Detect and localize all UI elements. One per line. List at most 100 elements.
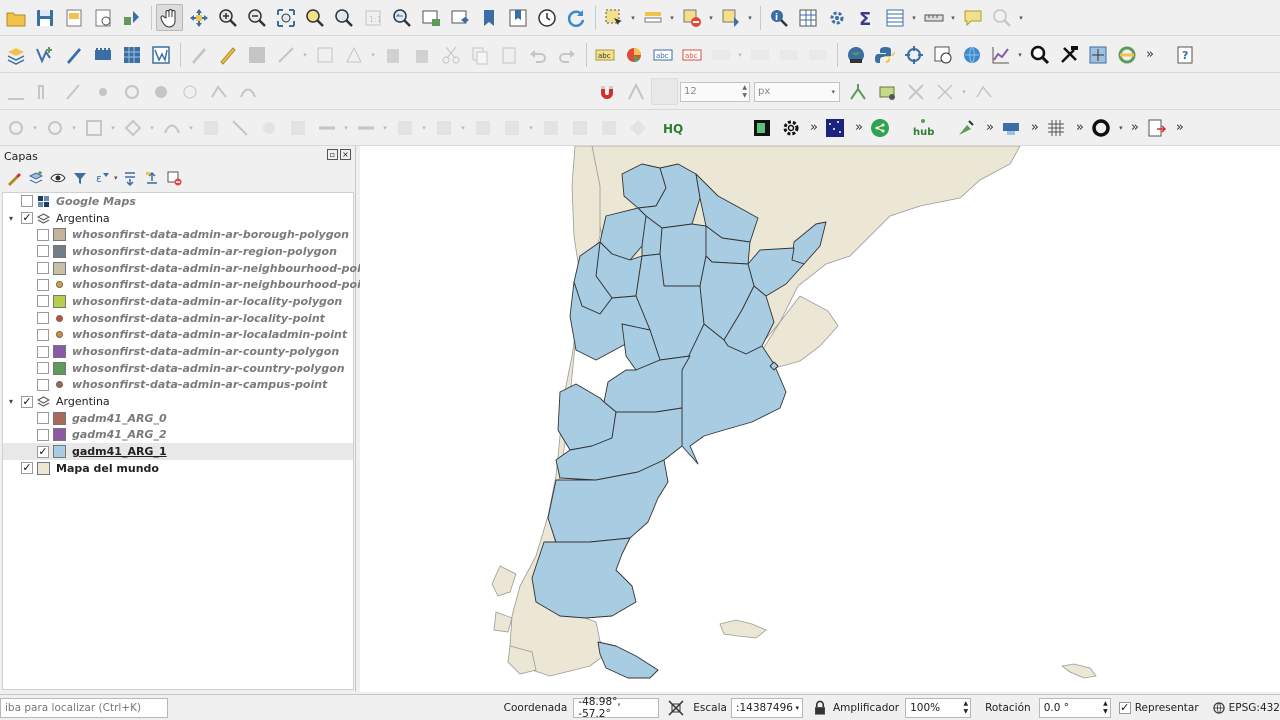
layout-manager-icon[interactable]	[89, 4, 116, 31]
add-vector-layer-icon[interactable]	[31, 41, 58, 68]
paste-features-icon[interactable]	[495, 41, 522, 68]
profile-tool-icon[interactable]	[987, 41, 1014, 68]
coordinate-field[interactable]: -48.98°, -57.2°	[573, 696, 660, 720]
show-bookmarks-icon[interactable]	[504, 4, 531, 31]
layer-visibility-checkbox[interactable]: ✓	[37, 445, 49, 458]
adv-edit-7-icon[interactable]	[352, 114, 379, 141]
tracing-icon[interactable]	[931, 78, 958, 105]
toolbar-overflow-2-icon[interactable]: »	[810, 120, 818, 135]
filter-expression-icon[interactable]: ε	[92, 168, 112, 188]
select-location-icon[interactable]	[717, 4, 744, 31]
expand-toggle-icon[interactable]: ▾	[5, 397, 17, 406]
grid-icon[interactable]	[1043, 114, 1070, 141]
help-icon[interactable]: ?	[1172, 41, 1199, 68]
label-tool-icon[interactable]: abc	[591, 41, 618, 68]
layer-item[interactable]: whosonfirst-data-admin-ar-region-polygon	[3, 243, 353, 260]
toolbar-overflow-6-icon[interactable]: »	[1076, 120, 1084, 135]
zoom-in-icon[interactable]	[214, 4, 241, 31]
layer-item[interactable]: gadm41_ARG_0	[3, 410, 353, 427]
snap-avoid-icon[interactable]	[902, 78, 929, 105]
layer-visibility-checkbox[interactable]	[37, 295, 49, 308]
map-tips-icon[interactable]	[959, 4, 986, 31]
delete-ring-icon[interactable]	[176, 78, 203, 105]
layer-group[interactable]: ▾ ✓ Argentina	[3, 393, 353, 410]
share-icon[interactable]	[867, 114, 894, 141]
star-map-icon[interactable]	[822, 114, 849, 141]
refresh-icon[interactable]	[562, 4, 589, 31]
toolbar-overflow-8-icon[interactable]: »	[1176, 120, 1184, 135]
trash-icon[interactable]	[408, 41, 435, 68]
adv-edit-5-icon[interactable]	[284, 114, 311, 141]
layer-item[interactable]: whosonfirst-data-admin-ar-borough-polygo…	[3, 226, 353, 243]
layer-visibility-checkbox[interactable]	[21, 195, 33, 208]
move-label-icon[interactable]	[746, 41, 773, 68]
layer-visibility-checkbox[interactable]: ✓	[21, 462, 33, 475]
toggle-extents-icon[interactable]	[665, 697, 687, 719]
adv-edit-6-icon[interactable]	[313, 114, 340, 141]
snap-type-icon[interactable]	[651, 78, 678, 105]
open-project-icon[interactable]	[2, 4, 29, 31]
remove-layer-icon[interactable]	[164, 168, 184, 188]
processing-toolbox-icon[interactable]	[823, 4, 850, 31]
new-print-layout-icon[interactable]	[60, 4, 87, 31]
rotate-feature-icon[interactable]	[60, 78, 87, 105]
modify-attributes-icon[interactable]	[340, 41, 367, 68]
pin-labels-icon[interactable]: abc	[678, 41, 705, 68]
layer-item[interactable]: whosonfirst-data-admin-ar-neighbourhood-…	[3, 260, 391, 277]
tool-plugin-icon[interactable]	[953, 114, 980, 141]
undo-icon[interactable]	[524, 41, 551, 68]
sync-plugin-icon[interactable]	[1113, 41, 1140, 68]
province-tierra-del-fuego[interactable]	[597, 641, 659, 679]
self-snapping-icon[interactable]	[970, 78, 997, 105]
layer-item[interactable]: ✓ Mapa del mundo	[3, 460, 353, 477]
float-panel-icon[interactable]: ▫	[327, 149, 338, 160]
adv-edit-1-icon[interactable]	[158, 114, 185, 141]
highlight-labels-icon[interactable]: abc	[649, 41, 676, 68]
offset-curve-icon[interactable]	[234, 78, 261, 105]
simplify-icon[interactable]	[89, 78, 116, 105]
fill-ring-icon[interactable]	[147, 78, 174, 105]
layer-item[interactable]: gadm41_ARG_2	[3, 427, 353, 444]
snap-intersection-icon[interactable]	[873, 78, 900, 105]
rotate-label-icon[interactable]	[775, 41, 802, 68]
adv-edit-3-icon[interactable]	[226, 114, 253, 141]
toolbar-overflow-5-icon[interactable]: »	[1031, 120, 1039, 135]
snap-vertex-icon[interactable]	[622, 78, 649, 105]
select-by-value-icon[interactable]	[639, 4, 666, 31]
layer-item[interactable]: whosonfirst-data-admin-ar-county-polygon	[3, 343, 353, 360]
zoom-last-icon[interactable]	[388, 4, 415, 31]
circle-tool-icon[interactable]	[1088, 114, 1115, 141]
locator-search-input[interactable]: iba para localizar (Ctrl+K)	[0, 697, 168, 718]
scale-combo[interactable]: :14387496 ▾	[730, 697, 803, 718]
redo-icon[interactable]	[553, 41, 580, 68]
add-wms-layer-icon[interactable]	[147, 41, 174, 68]
adv-edit-4-icon[interactable]	[255, 114, 282, 141]
layer-visibility-checkbox[interactable]: ✓	[21, 212, 33, 225]
tools-plugin-icon[interactable]	[1055, 41, 1082, 68]
layer-visibility-checkbox[interactable]	[37, 278, 49, 291]
zoom-out-icon[interactable]	[243, 4, 270, 31]
adv-edit-15-icon[interactable]	[624, 114, 651, 141]
digitize-line-icon[interactable]	[272, 41, 299, 68]
diagram-tool-icon[interactable]	[620, 41, 647, 68]
layer-visibility-checkbox[interactable]	[37, 328, 49, 341]
adv-edit-12-icon[interactable]	[537, 114, 564, 141]
add-raster-layer-icon[interactable]	[118, 41, 145, 68]
adv-edit-9-icon[interactable]	[430, 114, 457, 141]
search-plugin-icon[interactable]	[1026, 41, 1053, 68]
export-plugin-icon[interactable]	[1143, 114, 1170, 141]
pan-map-icon[interactable]	[156, 4, 183, 31]
snap-tolerance-input[interactable]: 12 ▲ ▼	[680, 81, 750, 102]
toggle-editing-icon[interactable]	[185, 41, 212, 68]
hq-plugin-icon[interactable]: HQ	[659, 114, 686, 141]
toolbar-overflow-7-icon[interactable]: »	[1131, 120, 1139, 135]
adv-edit-11-icon[interactable]	[498, 114, 525, 141]
metasearch-icon[interactable]	[929, 41, 956, 68]
layer-visibility-checkbox[interactable]	[37, 245, 49, 258]
render-checkbox[interactable]: ✓	[1118, 701, 1131, 714]
layer-item[interactable]: whosonfirst-data-admin-ar-localadmin-poi…	[3, 327, 353, 344]
lock-scale-icon[interactable]	[811, 697, 829, 719]
change-label-icon[interactable]	[804, 41, 831, 68]
copy-features-icon[interactable]	[466, 41, 493, 68]
gps-tool-icon[interactable]	[900, 41, 927, 68]
